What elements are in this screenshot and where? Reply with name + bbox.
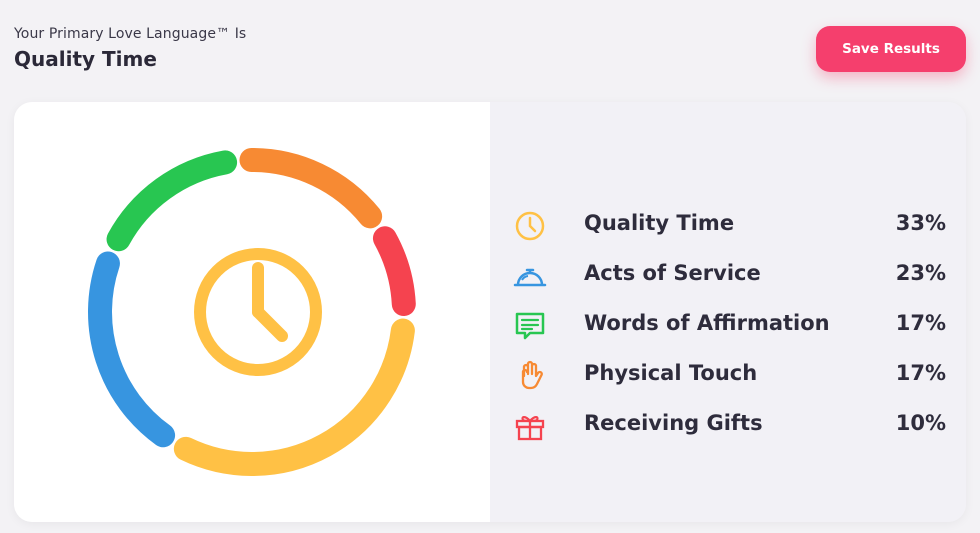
- result-label: Quality Time: [584, 211, 735, 235]
- result-row-acts-of-service: Acts of Service 23%: [490, 252, 966, 302]
- results-list: Quality Time 33% Acts of Service 23% Wor…: [490, 202, 966, 452]
- donut-segment-receiving-gifts: [372, 226, 416, 317]
- result-label: Receiving Gifts: [584, 411, 763, 435]
- result-percent: 10%: [895, 411, 946, 435]
- love-language-donut-chart: [88, 147, 416, 476]
- primary-language-title: Quality Time: [14, 47, 157, 71]
- result-percent: 17%: [895, 311, 946, 335]
- result-label: Words of Affirmation: [584, 311, 830, 335]
- result-row-words-of-affirmation: Words of Affirmation 17%: [490, 302, 966, 352]
- donut-segment-words-of-affirmation: [106, 150, 238, 252]
- result-percent: 17%: [895, 361, 946, 385]
- result-label: Acts of Service: [584, 261, 761, 285]
- result-row-quality-time: Quality Time 33%: [490, 202, 966, 252]
- save-results-button[interactable]: Save Results: [816, 26, 966, 72]
- results-panel: Quality Time 33% Acts of Service 23% Wor…: [490, 102, 966, 522]
- chart-panel: [14, 102, 490, 522]
- clock-icon: [194, 248, 322, 376]
- result-header: Your Primary Love Language™ Is Quality T…: [14, 26, 246, 71]
- hand-icon: [510, 356, 550, 396]
- results-card: Quality Time 33% Acts of Service 23% Wor…: [14, 102, 966, 522]
- result-subtitle: Your Primary Love Language™ Is: [14, 26, 247, 42]
- speech-bubble-icon: [510, 306, 550, 346]
- result-percent: 33%: [895, 211, 946, 235]
- clock-icon: [510, 206, 550, 246]
- service-bell-icon: [510, 256, 550, 296]
- donut-segment-acts-of-service: [88, 251, 176, 448]
- result-percent: 23%: [895, 261, 946, 285]
- result-row-receiving-gifts: Receiving Gifts 10%: [490, 402, 966, 452]
- gift-icon: [510, 406, 550, 446]
- result-row-physical-touch: Physical Touch 17%: [490, 352, 966, 402]
- result-label: Physical Touch: [584, 361, 758, 385]
- donut-segment-physical-touch: [239, 147, 383, 229]
